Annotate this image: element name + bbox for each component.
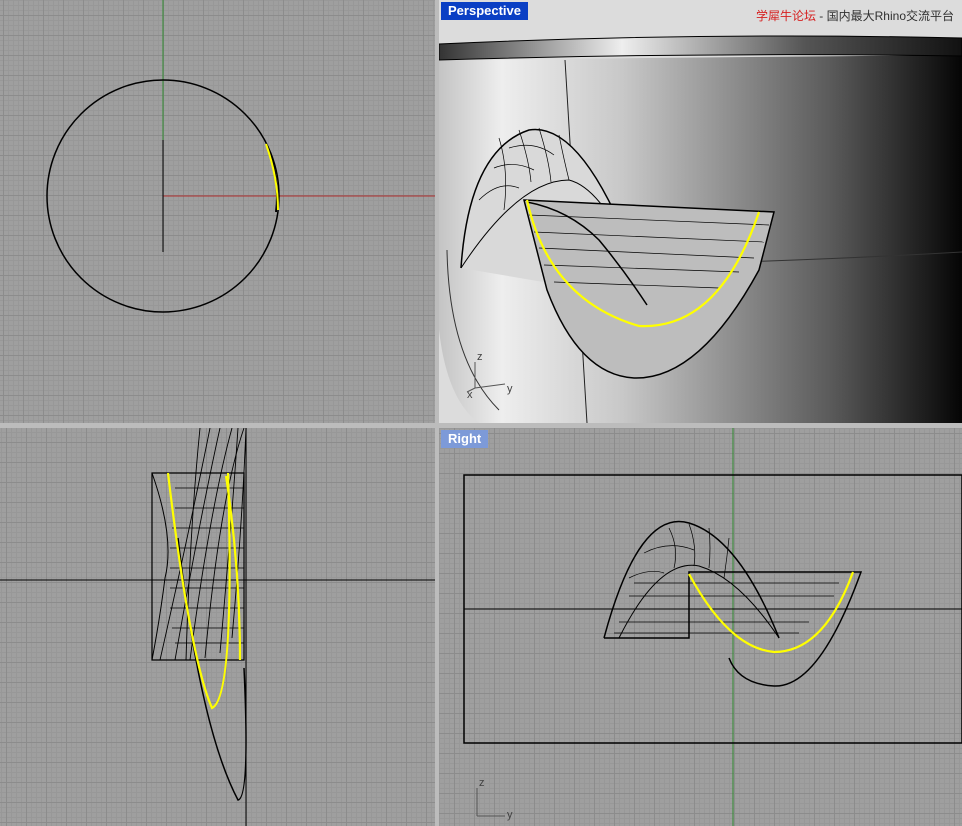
top-canvas xyxy=(46,0,435,313)
right-viewport[interactable]: z y Right xyxy=(439,428,962,826)
front-canvas xyxy=(0,428,435,826)
z-axis-label: z xyxy=(479,777,485,789)
z-axis-label: z xyxy=(477,351,483,363)
top-viewport[interactable] xyxy=(0,0,435,423)
perspective-viewport-title[interactable]: Perspective xyxy=(441,2,528,20)
selected-curve[interactable] xyxy=(688,571,855,654)
watermark-site: 学犀牛论坛 xyxy=(755,9,816,23)
watermark-separator: - xyxy=(815,9,827,23)
right-canvas: z y xyxy=(463,428,962,826)
y-axis-label: y xyxy=(507,383,513,395)
watermark: 学犀牛论坛 - 国内最大Rhino交流平台 xyxy=(756,7,954,24)
front-viewport[interactable] xyxy=(0,428,435,826)
watermark-tagline: 国内最大Rhino交流平台 xyxy=(826,9,954,23)
perspective-canvas: z y x xyxy=(439,0,962,423)
y-axis-label: y xyxy=(507,809,513,821)
x-axis-label: x xyxy=(467,389,473,401)
lower-curve[interactable] xyxy=(177,537,247,801)
perspective-viewport[interactable]: z y x Perspective 学犀牛论坛 - 国内最大Rhino交流平台 xyxy=(439,0,962,423)
right-viewport-title[interactable]: Right xyxy=(441,430,489,448)
